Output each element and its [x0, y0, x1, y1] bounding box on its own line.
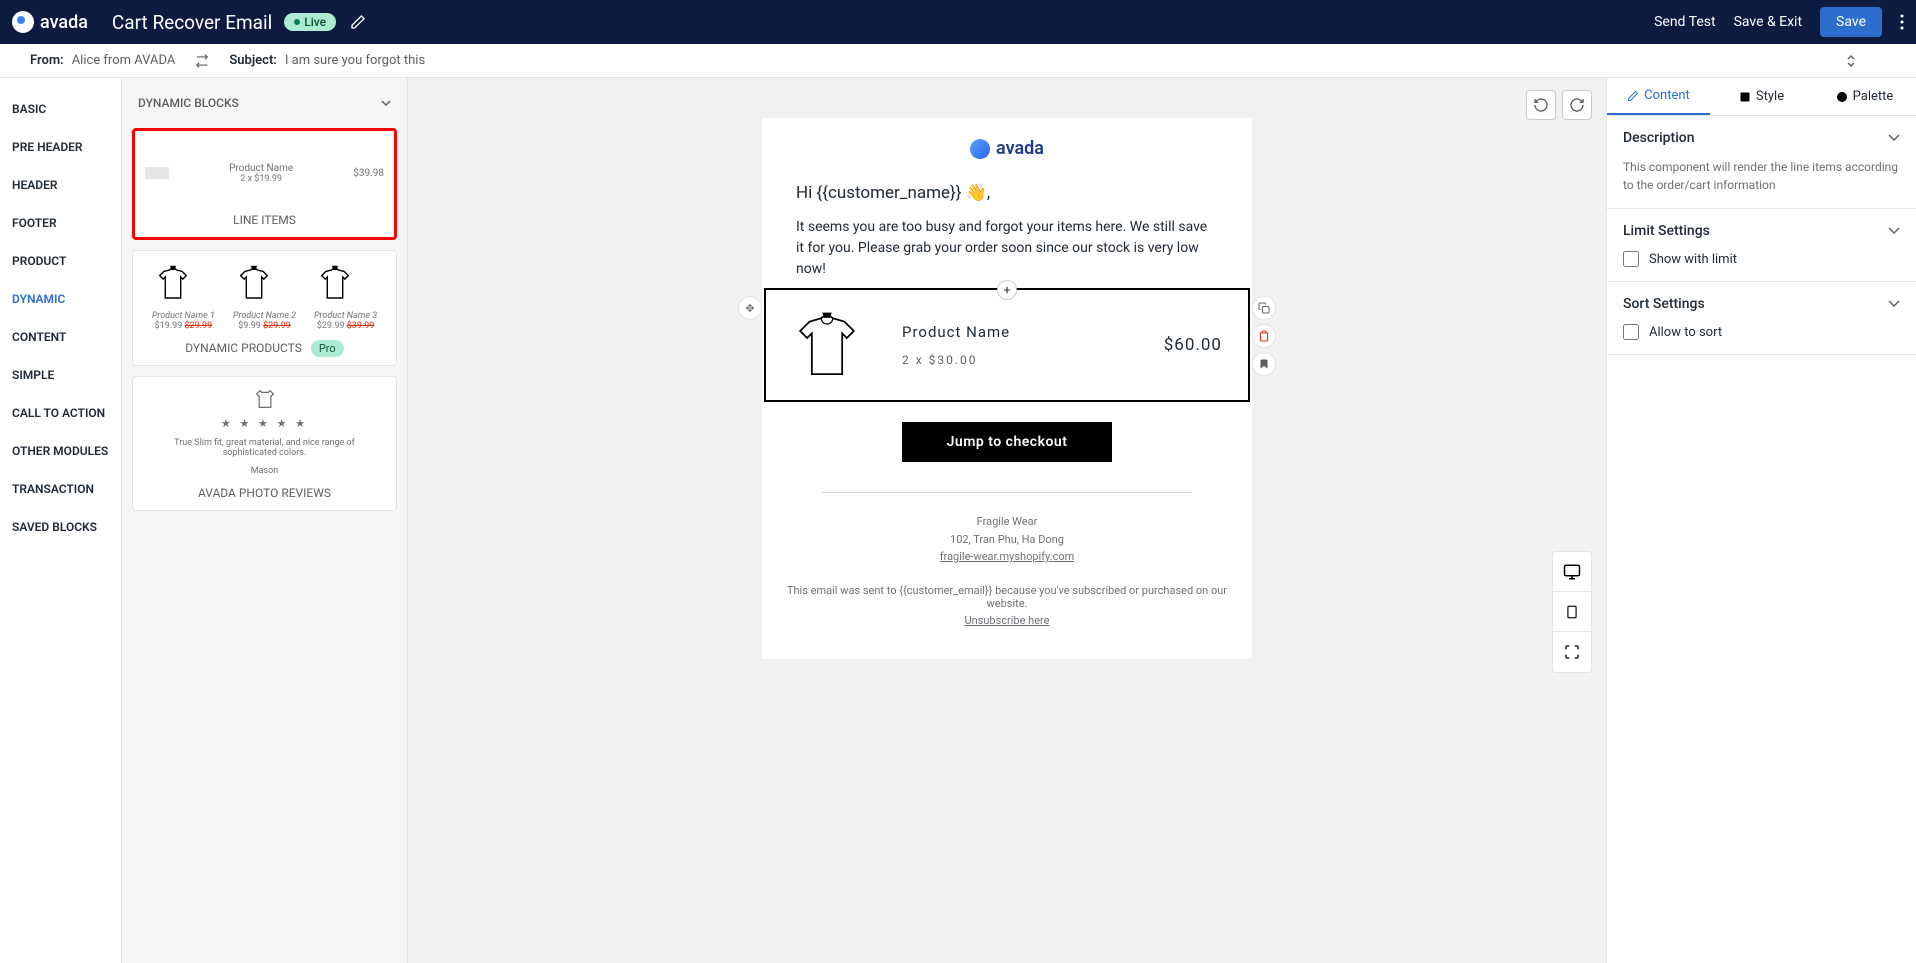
expand-icon[interactable] [1846, 54, 1856, 68]
line-item-thumb [145, 167, 169, 179]
send-test-link[interactable]: Send Test [1654, 14, 1715, 30]
nav-basic[interactable]: BASIC [0, 90, 121, 128]
nav-call-to-action[interactable]: CALL TO ACTION [0, 394, 121, 432]
brand-logo[interactable]: avada [12, 11, 88, 33]
mobile-view-icon[interactable] [1553, 592, 1591, 632]
preview-product: Product Name 2$9.99 $29.99 [233, 263, 296, 331]
section-limit[interactable]: Limit Settings [1623, 223, 1900, 239]
duplicate-icon[interactable] [1252, 296, 1276, 320]
allow-sort-checkbox[interactable]: Allow to sort [1623, 324, 1900, 340]
redo-button[interactable] [1562, 90, 1592, 120]
live-badge: Live [284, 13, 336, 31]
blocks-panel: DYNAMIC BLOCKS Product Name 2 x $19.99 $… [122, 78, 408, 963]
email-preview: avada Hi {{customer_name}} 👋, It seems y… [762, 118, 1252, 659]
nav-header[interactable]: HEADER [0, 166, 121, 204]
description-text: This component will render the line item… [1623, 158, 1900, 194]
product-price: $60.00 [1164, 335, 1222, 355]
product-image [792, 310, 862, 380]
sub-bar: From: Alice from AVADA Subject: I am sur… [0, 44, 1916, 78]
top-bar: avada Cart Recover Email Live Send Test … [0, 0, 1916, 44]
nav-other-modules[interactable]: OTHER MODULES [0, 432, 121, 470]
desktop-view-icon[interactable] [1553, 552, 1591, 592]
chevron-down-icon [381, 100, 391, 106]
chevron-down-icon [1888, 227, 1900, 235]
email-logo: avada [762, 138, 1252, 159]
section-description[interactable]: Description [1623, 130, 1900, 146]
brand-name: avada [40, 12, 88, 33]
swap-icon[interactable] [195, 54, 209, 68]
section-sort[interactable]: Sort Settings [1623, 296, 1900, 312]
preview-product: Product Name 3$29.99 $39.99 [314, 263, 377, 331]
shirt-icon [255, 389, 275, 409]
main-layout: BASICPRE HEADERHEADERFOOTERPRODUCTDYNAMI… [0, 78, 1916, 963]
add-block-button[interactable]: + [997, 280, 1017, 300]
preview-price: $39.98 [353, 168, 384, 179]
nav-product[interactable]: PRODUCT [0, 242, 121, 280]
product-name: Product Name [902, 323, 1124, 341]
subject-label: Subject: [229, 53, 277, 68]
fullscreen-icon[interactable] [1553, 632, 1591, 672]
review-author: Mason [251, 466, 279, 476]
footer-company: Fragile Wear [762, 513, 1252, 531]
chevron-down-icon [1888, 300, 1900, 308]
checkout-button[interactable]: Jump to checkout [902, 422, 1112, 462]
page-title: Cart Recover Email [112, 11, 272, 34]
nav-transaction[interactable]: TRANSACTION [0, 470, 121, 508]
from-value[interactable]: Alice from AVADA [72, 53, 176, 68]
category-nav: BASICPRE HEADERHEADERFOOTERPRODUCTDYNAMI… [0, 78, 122, 963]
block-label: LINE ITEMS [145, 213, 384, 227]
body-text[interactable]: It seems you are too busy and forgot you… [796, 217, 1218, 280]
greeting-text[interactable]: Hi {{customer_name}} 👋, [796, 183, 1218, 203]
chevron-down-icon [1888, 134, 1900, 142]
block-dynamic-products[interactable]: Product Name 1$19.99 $29.99 Product Name … [132, 250, 397, 366]
tab-content[interactable]: Content [1607, 78, 1710, 115]
nav-pre-header[interactable]: PRE HEADER [0, 128, 121, 166]
nav-dynamic[interactable]: DYNAMIC [0, 280, 121, 318]
divider [822, 492, 1192, 493]
from-label: From: [30, 53, 64, 68]
tab-style[interactable]: Style [1710, 78, 1813, 115]
product-qty: 2 x $30.00 [902, 353, 1124, 367]
save-button[interactable]: Save [1820, 7, 1882, 37]
delete-icon[interactable] [1252, 324, 1276, 348]
properties-panel: Content Style Palette Description This c… [1606, 78, 1916, 963]
unsubscribe-link[interactable]: Unsubscribe here [762, 612, 1252, 630]
preview-product: Product Name 1$19.99 $29.99 [152, 263, 215, 331]
blocks-panel-header[interactable]: DYNAMIC BLOCKS [132, 88, 397, 118]
block-label: DYNAMIC PRODUCTS [185, 341, 302, 355]
footer-url[interactable]: fragile-wear.myshopify.com [762, 548, 1252, 566]
product-line-item[interactable]: ✥ + Product Name 2 x $30.00 $60.00 [764, 288, 1250, 402]
viewport-toggle [1552, 551, 1592, 673]
palette-icon [1836, 91, 1848, 103]
drag-handle-icon[interactable]: ✥ [738, 296, 762, 320]
nav-content[interactable]: CONTENT [0, 318, 121, 356]
show-with-limit-checkbox[interactable]: Show with limit [1623, 251, 1900, 267]
more-icon[interactable] [1900, 14, 1904, 30]
block-photo-reviews[interactable]: ★ ★ ★ ★ ★ True Slim fit, great material,… [132, 376, 397, 511]
avada-logo-icon [970, 139, 990, 159]
footer-address: 102, Tran Phu, Ha Dong [762, 531, 1252, 549]
canvas: avada Hi {{customer_name}} 👋, It seems y… [408, 78, 1606, 963]
pencil-icon [1627, 90, 1639, 102]
nav-simple[interactable]: SIMPLE [0, 356, 121, 394]
tab-palette[interactable]: Palette [1813, 78, 1916, 115]
avada-logo-icon [12, 11, 34, 33]
nav-footer[interactable]: FOOTER [0, 204, 121, 242]
preview-product-name: Product Name [199, 163, 323, 174]
disclaimer-text: This email was sent to {{customer_email}… [762, 584, 1252, 610]
block-label: AVADA PHOTO REVIEWS [143, 486, 386, 500]
preview-qty: 2 x $19.99 [199, 174, 323, 184]
subject-value[interactable]: I am sure you forgot this [285, 53, 425, 68]
stars-icon: ★ ★ ★ ★ ★ [221, 417, 308, 430]
nav-saved-blocks[interactable]: SAVED BLOCKS [0, 508, 121, 546]
review-text: True Slim fit, great material, and nice … [143, 438, 386, 458]
blocks-panel-title: DYNAMIC BLOCKS [138, 96, 239, 110]
edit-icon[interactable] [350, 14, 366, 30]
pro-badge: Pro [311, 340, 344, 357]
bookmark-icon[interactable] [1252, 352, 1276, 376]
undo-button[interactable] [1526, 90, 1556, 120]
save-exit-link[interactable]: Save & Exit [1734, 14, 1802, 30]
style-icon [1739, 91, 1751, 103]
block-line-items[interactable]: Product Name 2 x $19.99 $39.98 LINE ITEM… [132, 128, 397, 240]
